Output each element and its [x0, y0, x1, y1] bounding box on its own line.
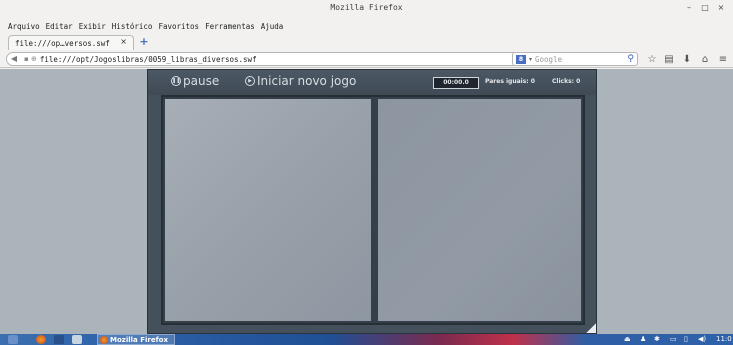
tab-swf[interactable]: file:///op…versos.swf × — [8, 35, 134, 50]
bookmark-star-icon[interactable]: ☆ — [645, 53, 659, 66]
card-panel-left[interactable] — [165, 99, 371, 321]
play-icon: ▶ — [245, 76, 255, 86]
menu-historico[interactable]: Histórico — [112, 22, 153, 31]
menu-exibir[interactable]: Exibir — [79, 22, 106, 31]
browser-window: Mozilla Firefox – □ × Arquivo Editar Exi… — [0, 0, 733, 345]
pause-icon: ❚❚ — [171, 76, 181, 86]
menu-favoritos[interactable]: Favoritos — [158, 22, 199, 31]
search-bar[interactable]: 8 ▾ Google ⚲ — [512, 52, 638, 66]
tray-bluetooth-icon[interactable]: ✱ — [654, 335, 660, 343]
title-bar: Mozilla Firefox – □ × — [0, 0, 733, 18]
game-hud: ❚❚ pause ▶ Iniciar novo jogo 00:00.0 Par… — [148, 70, 596, 95]
new-game-label: Iniciar novo jogo — [257, 74, 357, 88]
menu-ajuda[interactable]: Ajuda — [261, 22, 284, 31]
new-game-button[interactable]: ▶ Iniciar novo jogo — [245, 74, 356, 88]
search-icon[interactable]: ⚲ — [627, 54, 634, 64]
clicks-counter: Clicks: 0 — [552, 78, 581, 85]
tray-display-icon[interactable]: ▭ — [670, 335, 677, 343]
engine-dropdown-icon[interactable]: ▾ — [529, 56, 532, 63]
resize-corner — [586, 323, 596, 333]
firefox-launcher-icon[interactable] — [36, 335, 46, 344]
download-icon[interactable]: ⬇ — [680, 53, 694, 66]
menu-arquivo[interactable]: Arquivo — [8, 22, 40, 31]
start-menu-icon[interactable] — [8, 335, 18, 344]
new-tab-button[interactable]: + — [137, 36, 151, 48]
card-panel-right[interactable] — [378, 99, 581, 321]
window-title: Mozilla Firefox — [330, 3, 403, 12]
taskbar-firefox-button[interactable]: Mozilla Firefox — [97, 334, 175, 345]
pause-button[interactable]: ❚❚ pause — [171, 74, 219, 88]
tab-title: file:///op…versos.swf — [15, 38, 110, 48]
firefox-icon — [100, 335, 108, 344]
file-manager-icon[interactable] — [72, 335, 82, 344]
pause-label: pause — [183, 74, 220, 88]
tray-network-icon[interactable]: ⏏ — [624, 335, 631, 343]
taskbar-firefox-label: Mozilla Firefox — [110, 335, 168, 344]
close-button[interactable]: × — [715, 2, 727, 14]
menu-editar[interactable]: Editar — [46, 22, 73, 31]
terminal-icon[interactable] — [54, 335, 64, 344]
flash-game[interactable]: ❚❚ pause ▶ Iniciar novo jogo 00:00.0 Par… — [147, 69, 597, 334]
search-engine-icon[interactable]: 8 — [516, 54, 526, 64]
home-icon[interactable]: ⌂ — [698, 53, 712, 66]
site-identity-icon[interactable]: ▪ ⊕ — [24, 55, 37, 63]
bookmarks-menu-icon[interactable]: ▤ — [662, 53, 676, 66]
game-board — [161, 95, 585, 325]
page-content: ❚❚ pause ▶ Iniciar novo jogo 00:00.0 Par… — [0, 69, 733, 334]
menu-ferramentas[interactable]: Ferramentas — [205, 22, 255, 31]
tray-user-icon[interactable]: ♟ — [640, 335, 646, 343]
url-bar[interactable]: ◀ ▪ ⊕ file:///opt/Jogoslibras/0059_libra… — [6, 52, 536, 66]
menu-icon[interactable]: ≡ — [716, 53, 730, 66]
menu-bar: Arquivo Editar Exibir Histórico Favorito… — [0, 18, 733, 34]
game-timer: 00:00.0 — [433, 77, 479, 89]
tray-clock[interactable]: 11:0 — [716, 335, 732, 343]
taskbar: Mozilla Firefox ⏏ ♟ ✱ ▭ ▯ ◀) 11:0 — [0, 334, 733, 345]
tray-volume-icon[interactable]: ◀) — [698, 335, 706, 343]
navigation-bar: ◀ ▪ ⊕ file:///opt/Jogoslibras/0059_libra… — [0, 50, 733, 68]
url-text[interactable]: file:///opt/Jogoslibras/0059_libras_dive… — [40, 55, 515, 64]
pairs-counter: Pares iguais: 0 — [485, 78, 535, 85]
tab-close-icon[interactable]: × — [120, 37, 127, 46]
tray-battery-icon[interactable]: ▯ — [684, 335, 688, 343]
tab-bar: file:///op…versos.swf × + — [0, 34, 733, 50]
back-icon[interactable]: ◀ — [7, 53, 21, 65]
maximize-button[interactable]: □ — [699, 2, 711, 14]
search-placeholder[interactable]: Google — [535, 55, 627, 64]
minimize-button[interactable]: – — [683, 2, 695, 14]
